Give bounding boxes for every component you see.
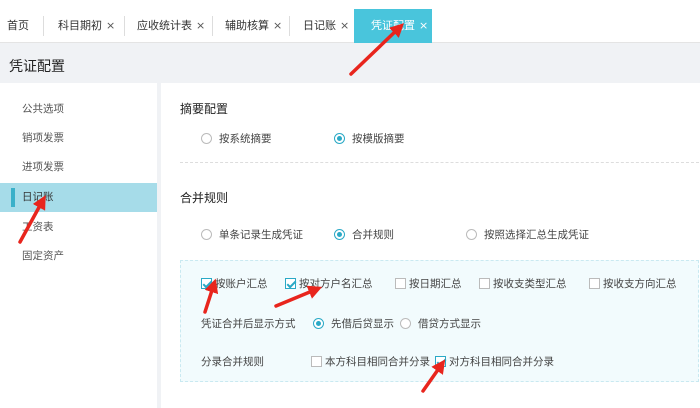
sidebar-item-label: 进项发票 xyxy=(22,161,64,173)
sidebar-item-public-options[interactable]: 公共选项 xyxy=(0,95,157,124)
checkbox-icon xyxy=(311,356,322,367)
tab-account-opening[interactable]: 科目期初 × xyxy=(58,9,115,43)
checkbox-same-counter-account[interactable]: 对方科目相同合并分录 xyxy=(435,354,554,369)
checkbox-label: 本方科目相同合并分录 xyxy=(325,356,430,368)
tab-label: 日记账 xyxy=(303,19,336,32)
tab-journal[interactable]: 日记账 × xyxy=(303,9,349,43)
radio-label: 借贷方式显示 xyxy=(418,318,481,330)
close-icon[interactable]: × xyxy=(196,19,205,32)
radio-selected-icon xyxy=(313,318,324,329)
radio-debit-credit-mode[interactable]: 借贷方式显示 xyxy=(400,316,481,331)
radio-selected-icon xyxy=(334,133,345,144)
tab-label: 首页 xyxy=(7,19,29,32)
checkbox-label: 按收支方向汇总 xyxy=(603,278,677,290)
checkbox-checked-icon xyxy=(285,278,296,289)
checkbox-icon xyxy=(479,278,490,289)
checkbox-label: 按收支类型汇总 xyxy=(493,278,567,290)
close-icon[interactable]: × xyxy=(273,19,282,32)
radio-selected-icon xyxy=(334,229,345,240)
radio-system-summary[interactable]: 按系统摘要 xyxy=(201,131,272,146)
checkbox-icon xyxy=(395,278,406,289)
merge-options-box: 按账户汇总 按对方户名汇总 按日期汇总 按收支类型汇总 按收支方向汇总 凭证合并… xyxy=(180,260,699,382)
section-divider xyxy=(180,162,699,163)
checkbox-label: 按对方户名汇总 xyxy=(299,278,373,290)
merge-rules-title: 合并规则 xyxy=(180,191,229,205)
radio-merge-rules[interactable]: 合并规则 xyxy=(334,227,394,242)
sidebar-item-label: 公共选项 xyxy=(22,103,64,115)
page-title: 凭证配置 xyxy=(9,59,65,75)
tab-label: 凭证配置 xyxy=(371,19,415,32)
sidebar-item-label: 工资表 xyxy=(22,221,54,233)
radio-label: 按模版摘要 xyxy=(352,133,405,145)
radio-label: 先借后贷显示 xyxy=(331,318,394,330)
radio-label: 按系统摘要 xyxy=(219,133,272,145)
sidebar-item-label: 销项发票 xyxy=(22,132,64,144)
checkbox-by-account[interactable]: 按账户汇总 xyxy=(201,276,268,291)
tab-label: 辅助核算 xyxy=(225,19,269,32)
radio-icon xyxy=(466,229,477,240)
radio-summary-by-selection[interactable]: 按照选择汇总生成凭证 xyxy=(466,227,589,242)
radio-template-summary[interactable]: 按模版摘要 xyxy=(334,131,405,146)
display-mode-label: 凭证合并后显示方式 xyxy=(201,318,296,330)
tab-divider xyxy=(212,16,213,36)
checkbox-label: 按日期汇总 xyxy=(409,278,462,290)
close-icon[interactable]: × xyxy=(340,19,349,32)
tab-receivables-stats[interactable]: 应收统计表 × xyxy=(137,9,205,43)
tab-home[interactable]: 首页 xyxy=(7,9,29,43)
checkbox-icon xyxy=(589,278,600,289)
sidebar-item-purchase-invoice[interactable]: 进项发票 xyxy=(0,153,157,182)
close-icon[interactable]: × xyxy=(106,19,115,32)
checkbox-by-counterparty[interactable]: 按对方户名汇总 xyxy=(285,276,373,291)
checkbox-label: 按账户汇总 xyxy=(215,278,268,290)
sidebar-item-payroll[interactable]: 工资表 xyxy=(0,213,157,242)
checkbox-label: 对方科目相同合并分录 xyxy=(449,356,554,368)
tab-divider xyxy=(124,16,125,36)
tab-divider xyxy=(43,16,44,36)
tab-divider xyxy=(289,16,290,36)
main-panel: 摘要配置 按系统摘要 按模版摘要 合并规则 单条记录生成凭证 合并规则 按照选择… xyxy=(161,83,700,408)
checkbox-checked-icon xyxy=(201,278,212,289)
close-icon[interactable]: × xyxy=(419,19,428,32)
radio-debit-first[interactable]: 先借后贷显示 xyxy=(313,316,394,331)
checkbox-by-income-direction[interactable]: 按收支方向汇总 xyxy=(589,276,677,291)
tab-label: 应收统计表 xyxy=(137,19,192,32)
checkbox-by-income-type[interactable]: 按收支类型汇总 xyxy=(479,276,567,291)
tab-auxiliary-accounting[interactable]: 辅助核算 × xyxy=(225,9,282,43)
radio-label: 按照选择汇总生成凭证 xyxy=(484,229,589,241)
radio-icon xyxy=(201,229,212,240)
sidebar-item-label: 固定资产 xyxy=(22,250,64,262)
checkbox-by-date[interactable]: 按日期汇总 xyxy=(395,276,462,291)
tab-label: 科目期初 xyxy=(58,19,102,32)
radio-label: 单条记录生成凭证 xyxy=(219,229,303,241)
radio-label: 合并规则 xyxy=(352,229,394,241)
sidebar: 公共选项 销项发票 进项发票 日记账 工资表 固定资产 xyxy=(0,83,157,408)
radio-single-record[interactable]: 单条记录生成凭证 xyxy=(201,227,303,242)
summary-config-title: 摘要配置 xyxy=(180,102,229,116)
sidebar-item-journal[interactable]: 日记账 xyxy=(0,183,157,212)
sidebar-item-sales-invoice[interactable]: 销项发票 xyxy=(0,124,157,153)
tab-voucher-config[interactable]: 凭证配置 × xyxy=(354,9,432,43)
checkbox-same-own-account[interactable]: 本方科目相同合并分录 xyxy=(311,354,430,369)
sidebar-item-fixed-assets[interactable]: 固定资产 xyxy=(0,242,157,271)
checkbox-checked-icon xyxy=(435,356,446,367)
sidebar-item-label: 日记账 xyxy=(22,191,54,203)
entry-merge-label: 分录合并规则 xyxy=(201,356,264,368)
radio-icon xyxy=(400,318,411,329)
tab-bar: 首页 科目期初 × 应收统计表 × 辅助核算 × 日记账 × 凭证配置 × xyxy=(0,0,700,43)
radio-icon xyxy=(201,133,212,144)
